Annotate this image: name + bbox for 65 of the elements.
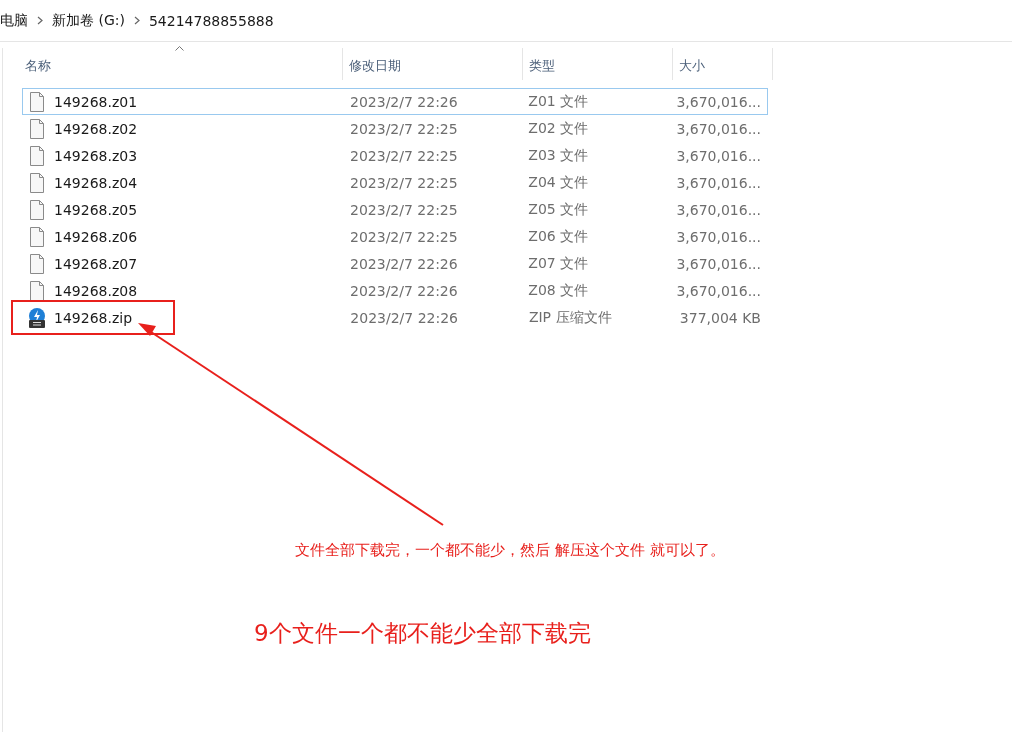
type-cell-text: Z01 文件: [527, 92, 590, 111]
document-icon: [28, 91, 46, 112]
file-name: 149268.z01: [54, 93, 138, 110]
breadcrumb-item[interactable]: 电脑: [0, 11, 28, 30]
size-cell-text: 377,004 KB: [678, 309, 762, 326]
file-name: 149268.z03: [54, 147, 138, 164]
type-cell-text: Z08 文件: [527, 281, 590, 300]
date-cell-text: 2023/2/7 22:25: [349, 228, 459, 245]
type-cell-text: ZIP 压缩文件: [527, 308, 613, 327]
document-icon: [28, 145, 46, 166]
document-icon: [28, 253, 46, 274]
size-cell-text: 3,670,016...: [675, 255, 762, 272]
column-header[interactable]: 名称: [19, 48, 343, 80]
file-name: 149268.z02: [54, 120, 138, 137]
file-row[interactable]: 149268.z07 2023/2/7 22:26 Z07 文件 3,670,016...: [22, 250, 768, 277]
document-icon: [28, 280, 46, 301]
size-cell-text: 3,670,016...: [675, 228, 762, 245]
chevron-icon: [133, 16, 140, 25]
column-header[interactable]: 大小: [673, 48, 773, 80]
file-row[interactable]: 149268.z04 2023/2/7 22:25 Z04 文件 3,670,016...: [22, 169, 768, 196]
file-name: 149268.z06: [54, 228, 138, 245]
size-cell-text: 3,670,016...: [675, 201, 762, 218]
date-cell-text: 2023/2/7 22:25: [349, 147, 459, 164]
annotation-text: 文件全部下载完，一个都不能少，然后 解压这个文件 就可以了。: [295, 541, 726, 560]
column-header[interactable]: 修改日期: [343, 48, 523, 80]
file-row[interactable]: 149268.z05 2023/2/7 22:25 Z05 文件 3,670,016...: [22, 196, 768, 223]
size-cell-text: 3,670,016...: [675, 174, 762, 191]
size-cell-text: 3,670,016...: [675, 147, 762, 164]
type-cell-text: Z05 文件: [527, 200, 590, 219]
breadcrumb-item[interactable]: 新加卷 (G:): [52, 11, 125, 30]
file-row[interactable]: 149268.z02 2023/2/7 22:25 Z02 文件 3,670,016...: [22, 115, 768, 142]
annotation-text: 9个文件一个都不能少全部下载完: [254, 619, 592, 648]
size-cell-text: 3,670,016...: [675, 93, 762, 110]
type-cell-text: Z07 文件: [527, 254, 590, 273]
file-row[interactable]: 149268.z01 2023/2/7 22:26 Z01 文件 3,670,016...: [22, 88, 768, 115]
date-cell-text: 2023/2/7 22:26: [349, 282, 459, 299]
document-icon: [28, 118, 46, 139]
date-cell-text: 2023/2/7 22:26: [349, 93, 459, 110]
file-row[interactable]: 149268.zip 2023/2/7 22:26 ZIP 压缩文件 377,004 KB: [22, 304, 768, 331]
file-name: 149268.zip: [54, 309, 133, 326]
file-row[interactable]: 149268.z08 2023/2/7 22:26 Z08 文件 3,670,016...: [22, 277, 768, 304]
date-cell-text: 2023/2/7 22:26: [349, 255, 459, 272]
size-cell-text: 3,670,016...: [675, 120, 762, 137]
document-icon: [28, 226, 46, 247]
breadcrumb-item[interactable]: 54214788855888: [148, 12, 274, 29]
type-cell-text: Z02 文件: [527, 119, 590, 138]
size-cell-text: 3,670,016...: [675, 282, 762, 299]
column-header[interactable]: 类型: [523, 48, 673, 80]
type-cell-text: Z06 文件: [527, 227, 590, 246]
type-cell-text: Z04 文件: [527, 173, 590, 192]
type-cell-text: Z03 文件: [527, 146, 590, 165]
chevron-icon: [37, 16, 43, 25]
date-cell-text: 2023/2/7 22:25: [349, 201, 459, 218]
document-icon: [28, 172, 46, 193]
date-cell-text: 2023/2/7 22:25: [349, 174, 459, 191]
file-name: 149268.z05: [54, 201, 138, 218]
file-row[interactable]: 149268.z06 2023/2/7 22:25 Z06 文件 3,670,016...: [22, 223, 768, 250]
file-name: 149268.z08: [54, 282, 138, 299]
file-row[interactable]: 149268.z03 2023/2/7 22:25 Z03 文件 3,670,016...: [22, 142, 768, 169]
date-cell-text: 2023/2/7 22:26: [349, 309, 460, 326]
document-icon: [28, 199, 46, 220]
file-name: 149268.z04: [54, 174, 138, 191]
file-name: 149268.z07: [54, 255, 138, 272]
archive-icon: [28, 307, 46, 328]
date-cell-text: 2023/2/7 22:25: [349, 120, 459, 137]
